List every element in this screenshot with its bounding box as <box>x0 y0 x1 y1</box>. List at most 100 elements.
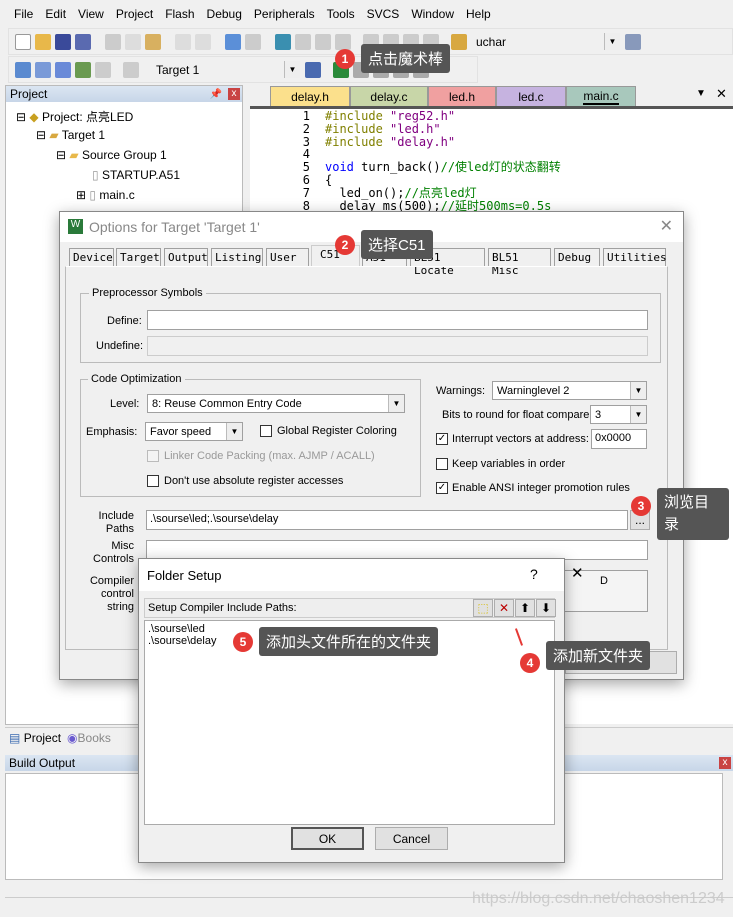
label-line: Include <box>98 510 134 522</box>
close-editor-icon[interactable]: ✕ <box>716 86 727 102</box>
tree-file-startup[interactable]: ▯ STARTUP.A51 <box>92 168 180 182</box>
close-icon[interactable]: x <box>228 88 240 100</box>
annotation-2: 2 选择C51 <box>335 230 433 259</box>
tab-listing[interactable]: Listing <box>211 248 263 266</box>
redo-icon[interactable] <box>195 33 211 50</box>
keep-vars-checkbox[interactable] <box>436 458 448 470</box>
menu-project[interactable]: Project <box>110 7 159 21</box>
tab-led-h[interactable]: led.h <box>428 86 496 106</box>
tree-project[interactable]: ⊟ ◆ Project: 点亮LED <box>16 108 133 125</box>
rebuild-icon[interactable] <box>55 61 71 78</box>
annotation-3: 3 浏览目录 <box>631 488 729 540</box>
interrupt-checkbox[interactable]: ✓ <box>436 433 448 445</box>
open-icon[interactable] <box>35 33 51 50</box>
target-select[interactable]: Target 1 ▼ <box>151 60 301 79</box>
move-down-icon[interactable]: ⬇ <box>536 599 556 617</box>
tab-delay-c[interactable]: delay.c <box>350 86 428 106</box>
chevron-down-icon[interactable]: ▼ <box>388 395 404 412</box>
find-in-files-icon[interactable] <box>451 33 467 50</box>
chevron-down-icon[interactable]: ▼ <box>630 406 646 423</box>
dont-use-abs-checkbox[interactable] <box>147 475 159 487</box>
back-icon[interactable] <box>225 33 241 50</box>
build-icon[interactable] <box>35 61 51 78</box>
folder-close-icon[interactable]: ✕ <box>571 564 584 582</box>
chevron-down-icon[interactable]: ▼ <box>284 61 300 78</box>
tab-books[interactable]: ◉Books <box>67 731 111 745</box>
warnings-select[interactable]: Warninglevel 2 ▼ <box>492 381 647 400</box>
menu-file[interactable]: File <box>8 7 39 21</box>
bookmark-icon[interactable] <box>275 33 291 50</box>
cancel-button[interactable]: Cancel <box>375 827 448 850</box>
chevron-down-icon[interactable]: ▼ <box>604 33 620 50</box>
menu-tools[interactable]: Tools <box>321 7 361 21</box>
tab-label: led.c <box>518 89 544 104</box>
find-combo[interactable]: uchar ▼ <box>471 32 621 51</box>
undefine-input[interactable] <box>147 336 648 356</box>
ok-button[interactable]: OK <box>291 827 364 850</box>
tab-led-c[interactable]: led.c <box>496 86 566 106</box>
code-token: turn_back() <box>353 160 441 175</box>
pin-icon[interactable]: 📌 <box>210 87 222 103</box>
tab-project[interactable]: ▤ Project <box>9 731 61 745</box>
include-paths-input[interactable]: .\sourse\led;.\sourse\delay <box>146 510 628 530</box>
define-input[interactable] <box>147 310 648 330</box>
copy-icon[interactable] <box>125 33 141 50</box>
level-select[interactable]: 8: Reuse Common Entry Code ▼ <box>147 394 405 413</box>
global-register-checkbox[interactable] <box>260 425 272 437</box>
menu-help[interactable]: Help <box>460 7 497 21</box>
save-all-icon[interactable] <box>75 33 91 50</box>
translate-icon[interactable] <box>15 61 31 78</box>
next-bookmark-icon[interactable] <box>315 33 331 50</box>
tree-label: STARTUP.A51 <box>101 168 180 182</box>
linker-packing-checkbox[interactable] <box>147 450 159 462</box>
tab-list-icon[interactable]: ▼ <box>696 88 706 99</box>
close-icon[interactable]: x <box>719 757 731 769</box>
new-file-icon[interactable] <box>15 33 31 50</box>
menu-edit[interactable]: Edit <box>39 7 72 21</box>
chevron-down-icon[interactable]: ▼ <box>226 423 242 440</box>
misc-controls-input[interactable] <box>146 540 648 560</box>
tab-target[interactable]: Target <box>116 248 161 266</box>
magic-wand-options-icon[interactable] <box>305 61 321 78</box>
menu-window[interactable]: Window <box>405 7 460 21</box>
tab-utilities[interactable]: Utilities <box>603 248 667 266</box>
help-icon[interactable]: ? <box>530 566 538 582</box>
menu-peripherals[interactable]: Peripherals <box>248 7 321 21</box>
tree-target[interactable]: ⊟ ▰ Target 1 <box>36 128 105 142</box>
delete-icon[interactable]: ✕ <box>494 599 514 617</box>
target-value: Target 1 <box>156 62 200 77</box>
close-icon[interactable]: ✕ <box>660 216 673 236</box>
menu-svcs[interactable]: SVCS <box>361 7 406 21</box>
move-up-icon[interactable]: ⬆ <box>515 599 535 617</box>
menu-debug[interactable]: Debug <box>201 7 248 21</box>
load-icon[interactable] <box>123 61 139 78</box>
tab-main-c[interactable]: main.c <box>566 86 636 106</box>
tab-device[interactable]: Device <box>69 248 114 266</box>
tab-delay-h[interactable]: delay.h <box>270 86 350 106</box>
prev-bookmark-icon[interactable] <box>295 33 311 50</box>
stop-build-icon[interactable] <box>95 61 111 78</box>
cut-icon[interactable] <box>105 33 121 50</box>
find-icon[interactable] <box>625 33 641 50</box>
paste-icon[interactable] <box>145 33 161 50</box>
emphasis-select[interactable]: Favor speed ▼ <box>145 422 243 441</box>
tab-debug[interactable]: Debug <box>554 248 600 266</box>
save-icon[interactable] <box>55 33 71 50</box>
ansi-checkbox[interactable]: ✓ <box>436 482 448 494</box>
step-badge: 2 <box>335 234 355 255</box>
undo-icon[interactable] <box>175 33 191 50</box>
tab-user[interactable]: User <box>266 248 309 266</box>
tree-file-main[interactable]: ⊞ ▯ main.c <box>76 188 135 202</box>
tree-source-group[interactable]: ⊟ ▰ Source Group 1 <box>56 148 167 162</box>
tab-bl51-misc[interactable]: BL51 Misc <box>488 248 551 277</box>
new-folder-icon[interactable]: ⬚ <box>473 599 493 617</box>
tab-output[interactable]: Output <box>164 248 208 266</box>
chevron-down-icon[interactable]: ▼ <box>630 382 646 399</box>
menu-flash[interactable]: Flash <box>159 7 200 21</box>
interrupt-address-input[interactable]: 0x0000 <box>591 429 647 449</box>
label-line: Misc <box>111 540 134 552</box>
menu-view[interactable]: View <box>72 7 110 21</box>
bits-select[interactable]: 3 ▼ <box>590 405 647 424</box>
forward-icon[interactable] <box>245 33 261 50</box>
batch-build-icon[interactable] <box>75 61 91 78</box>
